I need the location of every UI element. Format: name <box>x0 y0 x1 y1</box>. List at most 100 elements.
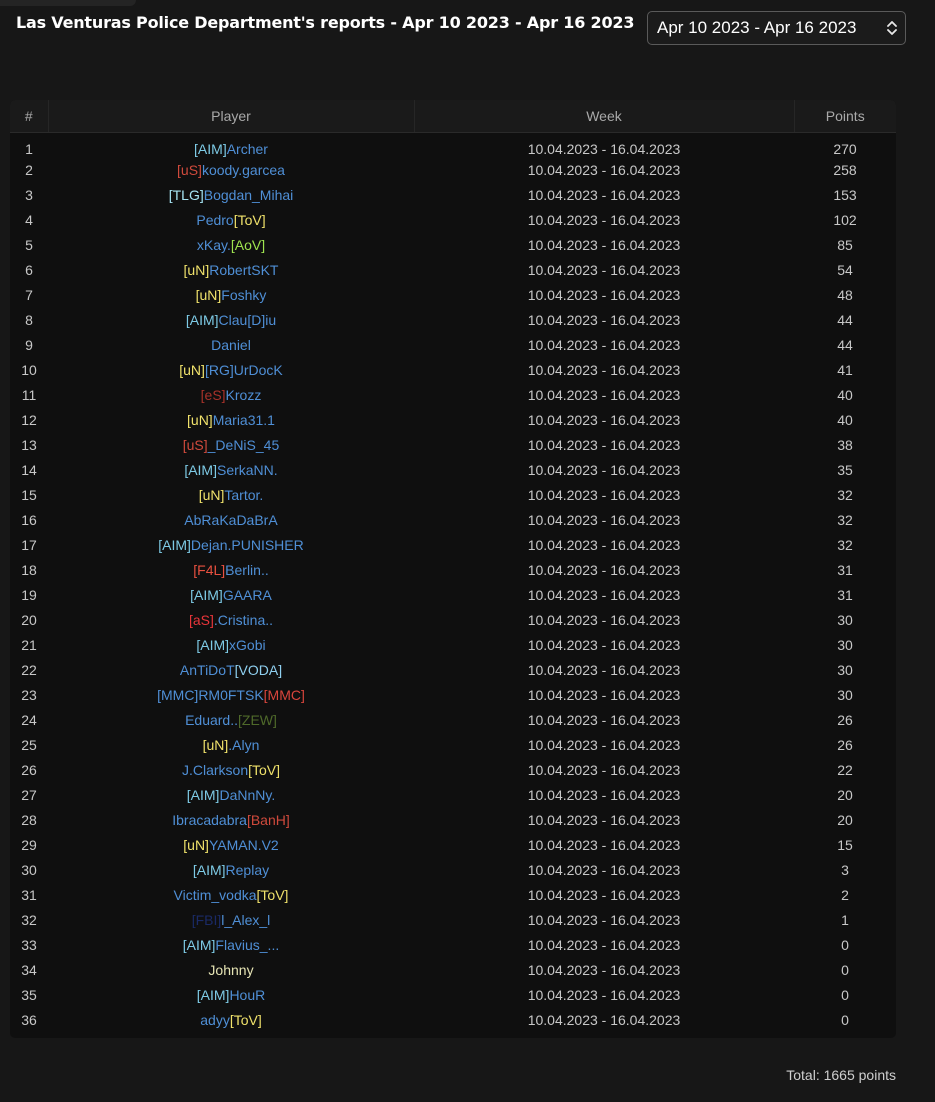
player-name-link[interactable]: Tartor. <box>224 487 263 503</box>
player-name-link[interactable]: Ibracadabra <box>172 812 247 828</box>
player-name-link[interactable]: Pedro <box>196 212 233 228</box>
table-row: 32 [FBI]l_Alex_l 10.04.2023 - 16.04.2023 1 <box>10 908 896 933</box>
row-player: [uS]koody.garcea <box>48 158 414 183</box>
player-name-link[interactable]: RobertSKT <box>209 262 278 278</box>
row-points: 0 <box>841 962 849 978</box>
row-rank: 27 <box>21 787 37 803</box>
row-rank: 2 <box>25 162 33 178</box>
row-player: adyy[ToV] <box>48 1008 414 1033</box>
row-week: 10.04.2023 - 16.04.2023 <box>527 312 681 328</box>
table-row: 19 [AIM]GAARA 10.04.2023 - 16.04.2023 31 <box>10 583 896 608</box>
player-tag: [ToV] <box>233 212 266 228</box>
table-row: 2 [uS]koody.garcea 10.04.2023 - 16.04.2023… <box>10 158 896 183</box>
row-rank: 20 <box>21 612 37 628</box>
player-tag: [F4L] <box>193 562 226 578</box>
table-row: 28 Ibracadabra[BanH] 10.04.2023 - 16.04.20… <box>10 808 896 833</box>
player-name-link[interactable]: xGobi <box>229 637 266 653</box>
row-week: 10.04.2023 - 16.04.2023 <box>527 712 681 728</box>
row-week: 10.04.2023 - 16.04.2023 <box>527 762 681 778</box>
table-row: 27 [AIM]DaNnNy. 10.04.2023 - 16.04.2023 20 <box>10 783 896 808</box>
player-name-link[interactable]: DaNnNy. <box>219 787 275 803</box>
player-name-link[interactable]: Krozz <box>226 387 262 403</box>
player-tag: [ZEW] <box>238 712 277 728</box>
player-name-link[interactable]: HouR <box>229 987 265 1003</box>
header-player[interactable]: Player <box>48 100 415 133</box>
player-tag: [MMC] <box>263 687 305 703</box>
row-week: 10.04.2023 - 16.04.2023 <box>527 587 681 603</box>
row-week: 10.04.2023 - 16.04.2023 <box>527 162 681 178</box>
player-name-link[interactable]: Foshky <box>221 287 266 303</box>
row-points: 153 <box>833 187 857 203</box>
row-points: 44 <box>837 312 853 328</box>
player-name-link[interactable]: J.Clarkson <box>182 762 248 778</box>
row-points: 85 <box>837 237 853 253</box>
row-points: 270 <box>833 140 857 157</box>
player-name-link[interactable]: koody.garcea <box>202 162 285 178</box>
row-week: 10.04.2023 - 16.04.2023 <box>527 962 681 978</box>
player-name-link[interactable]: [MMC]RM0FTSK <box>157 687 264 703</box>
player-name-link[interactable]: Archer <box>227 141 268 157</box>
player-name-link[interactable]: Clau[D]iu <box>219 312 277 328</box>
table-row: 23 [MMC]RM0FTSK[MMC] 10.04.2023 - 16.04.20… <box>10 683 896 708</box>
player-name-link[interactable]: Bogdan_Mihai <box>204 187 294 203</box>
player-tag: [AIM] <box>185 312 219 328</box>
player-name-link[interactable]: .Alyn <box>228 737 259 753</box>
player-tag: Johnny <box>208 962 254 978</box>
row-rank: 22 <box>21 662 37 678</box>
row-rank: 9 <box>25 337 33 353</box>
player-name-link[interactable]: _DeNiS_45 <box>208 437 280 453</box>
player-name-link[interactable]: Berlin.. <box>225 562 269 578</box>
player-name-link[interactable]: AnTiDoT <box>180 662 235 678</box>
player-name-link[interactable]: YAMAN.V2 <box>209 837 279 853</box>
row-rank: 12 <box>21 412 37 428</box>
row-player: Daniel <box>48 333 414 358</box>
row-rank: 30 <box>21 862 37 878</box>
player-name-link[interactable]: adyy <box>200 1012 230 1028</box>
row-rank: 6 <box>25 262 33 278</box>
player-name-link[interactable]: Victim_vodka <box>174 887 257 903</box>
player-name-link[interactable]: Dejan.PUNISHER <box>191 537 304 553</box>
row-week: 10.04.2023 - 16.04.2023 <box>527 387 681 403</box>
row-points: 30 <box>837 662 853 678</box>
player-name-link[interactable]: l_Alex_l <box>221 912 270 928</box>
row-week: 10.04.2023 - 16.04.2023 <box>527 462 681 478</box>
player-name-link[interactable]: Replay <box>226 862 270 878</box>
row-week: 10.04.2023 - 16.04.2023 <box>527 687 681 703</box>
player-tag: [uN] <box>179 362 205 378</box>
row-rank: 1 <box>25 140 33 157</box>
player-name-link[interactable]: Flavius_... <box>215 937 279 953</box>
row-points: 31 <box>837 587 853 603</box>
row-points: 20 <box>837 812 853 828</box>
player-name-link[interactable]: Daniel <box>211 337 251 353</box>
player-name-link[interactable]: AbRaKaDaBrA <box>184 512 277 528</box>
row-player: xKay.[AoV] <box>48 233 414 258</box>
table-row: 6 [uN]RobertSKT 10.04.2023 - 16.04.2023 54 <box>10 258 896 283</box>
player-tag: [ToV] <box>256 887 289 903</box>
chevron-updown-icon <box>887 21 897 35</box>
player-name-link[interactable]: .Cristina.. <box>214 612 273 628</box>
row-points: 38 <box>837 437 853 453</box>
reports-table: # Player Week Points 1 [AIM] Archer 10.04.2… <box>10 100 896 1033</box>
player-name-link[interactable]: Maria31.1 <box>213 412 275 428</box>
table-row: 15 [uN]Tartor. 10.04.2023 - 16.04.2023 32 <box>10 483 896 508</box>
week-range-select[interactable]: Apr 10 2023 - Apr 16 2023 <box>647 11 906 45</box>
header-week[interactable]: Week <box>414 100 795 133</box>
row-week: 10.04.2023 - 16.04.2023 <box>527 837 681 853</box>
row-points: 30 <box>837 637 853 653</box>
header-points[interactable]: Points <box>794 100 896 133</box>
row-week: 10.04.2023 - 16.04.2023 <box>527 612 681 628</box>
row-week: 10.04.2023 - 16.04.2023 <box>527 737 681 753</box>
player-name-link[interactable]: xKay. <box>197 237 231 253</box>
player-name-link[interactable]: SerkaNN. <box>217 462 278 478</box>
player-name-link[interactable]: [RG]UrDocK <box>205 362 283 378</box>
row-player: [AIM]HouR <box>48 983 414 1008</box>
player-name-link[interactable]: Eduard.. <box>185 712 238 728</box>
row-player: [FBI]l_Alex_l <box>48 908 414 933</box>
header-rank[interactable]: # <box>10 100 49 133</box>
row-points: 0 <box>841 1012 849 1028</box>
row-player: Ibracadabra[BanH] <box>48 808 414 833</box>
player-name-link[interactable]: GAARA <box>223 587 272 603</box>
row-player: [eS]Krozz <box>48 383 414 408</box>
row-points: 102 <box>833 212 857 228</box>
row-player: [AIM]xGobi <box>48 633 414 658</box>
